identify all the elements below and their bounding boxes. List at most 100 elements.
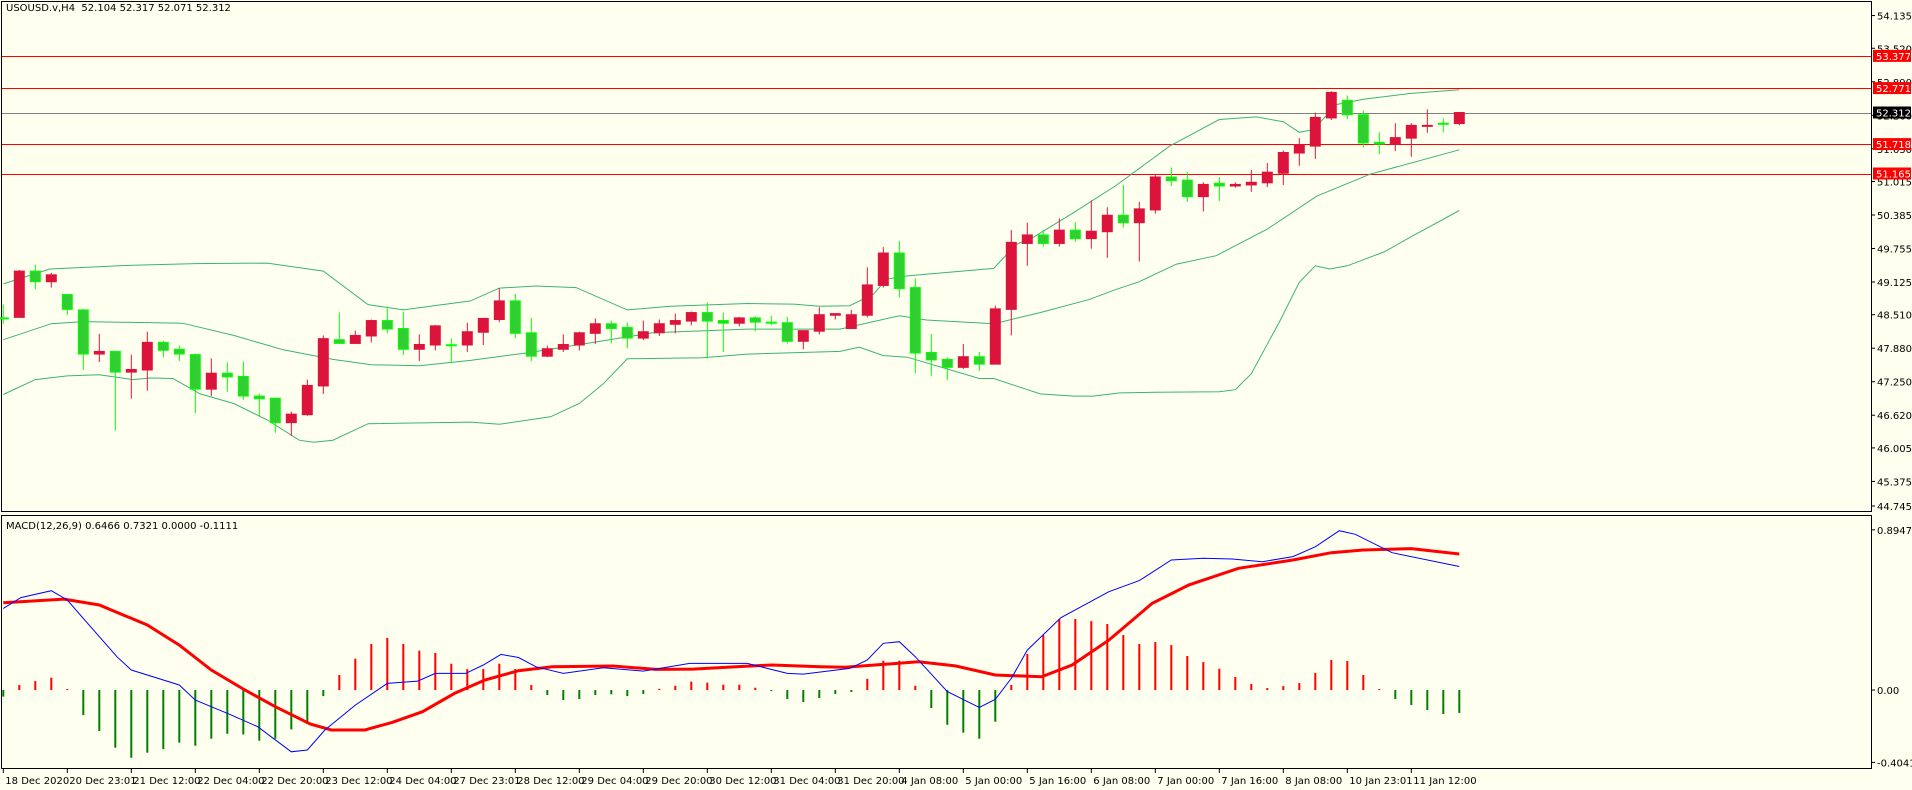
- bull-candle: [797, 330, 809, 350]
- bear-candle: [29, 264, 41, 290]
- bear-candle: [1117, 184, 1129, 228]
- bull-candle: [813, 307, 825, 335]
- bollinger-upper-line: [3, 89, 1460, 311]
- bull-candle: [1085, 200, 1097, 249]
- candle-body: [301, 384, 313, 416]
- candle-body: [157, 341, 169, 351]
- candle-body: [221, 372, 233, 378]
- candle-body: [717, 320, 729, 324]
- candle-body: [493, 300, 505, 320]
- bull-candle: [733, 316, 745, 327]
- candle-body: [525, 332, 537, 357]
- time-tick-label: 20 Dec 23:01: [69, 776, 136, 787]
- price-tag-label: 51.718: [1876, 140, 1911, 151]
- price-tick-label: 49.755: [1877, 244, 1912, 255]
- chart-header: USOUSD.v,H4 52.104 52.317 52.071 52.312: [6, 3, 231, 14]
- macd-tick-label: 0.00: [1877, 686, 1899, 697]
- bull-candle: [13, 270, 25, 318]
- candle-body: [1165, 176, 1177, 182]
- candle-body: [813, 314, 825, 332]
- bull-candle: [1101, 207, 1113, 258]
- price-tick-label: 47.880: [1877, 344, 1912, 355]
- bull-candle: [829, 313, 841, 320]
- price-tags: 53.377 52.771 52.312 51.718 51.165: [1873, 49, 1911, 181]
- macd-panel-frame: [1, 515, 1872, 769]
- candle-body: [1197, 183, 1209, 198]
- bear-candle: [765, 315, 777, 326]
- candle-body: [237, 375, 249, 397]
- macd-tick-label: 0.8947: [1877, 526, 1912, 537]
- bull-candle: [1245, 170, 1257, 192]
- price-tag-label: 53.377: [1876, 52, 1911, 63]
- bear-candle: [189, 353, 201, 414]
- bull-candle: [573, 331, 585, 351]
- candle-body: [781, 322, 793, 342]
- candle-body: [269, 397, 281, 424]
- time-tick-label: 31 Dec 20:00: [837, 776, 904, 787]
- bull-candle: [1453, 112, 1465, 126]
- bear-candle: [333, 312, 345, 344]
- bull-candle: [493, 288, 505, 323]
- bull-candle: [1021, 222, 1033, 266]
- candle-body: [909, 287, 921, 354]
- time-tick-label: 4 Jan 08:00: [901, 776, 958, 787]
- bear-candle: [717, 312, 729, 352]
- candle-body: [797, 330, 809, 342]
- candle-body: [557, 343, 569, 350]
- candle-body: [573, 332, 585, 346]
- candle-body: [1389, 137, 1401, 146]
- bull-candle: [1197, 182, 1209, 212]
- time-tick-label: 21 Dec 12:00: [133, 776, 200, 787]
- candle-body: [509, 300, 521, 334]
- candle-body: [253, 395, 265, 400]
- main-panel-frame: [1, 1, 1872, 512]
- bull-candle: [637, 320, 649, 341]
- candle-body: [349, 334, 361, 344]
- bull-candle: [413, 334, 425, 361]
- candle-body: [765, 321, 777, 324]
- bull-candle: [1229, 182, 1241, 188]
- price-tick-label: 48.510: [1877, 311, 1912, 322]
- bear-candle: [781, 316, 793, 344]
- candle-body: [621, 326, 633, 339]
- candle-body: [1357, 114, 1369, 144]
- bear-candle: [621, 322, 633, 349]
- bear-candle: [941, 357, 953, 381]
- candle-body: [1229, 183, 1241, 187]
- bull-candle: [1005, 230, 1017, 336]
- candle-body: [925, 351, 937, 361]
- symbol-label: USOUSD.v,H4: [6, 3, 76, 14]
- bull-candle: [1149, 173, 1161, 214]
- candle-body: [893, 252, 905, 290]
- candle-body: [1453, 112, 1465, 125]
- bear-candle: [525, 317, 537, 361]
- price-tick-label: 50.385: [1877, 211, 1912, 222]
- candle-body: [685, 312, 697, 322]
- candle-body: [957, 356, 969, 368]
- time-tick-label: 22 Dec 04:00: [197, 776, 264, 787]
- candle-body: [1245, 181, 1257, 186]
- candle-body: [109, 350, 121, 373]
- candle-body: [317, 338, 329, 387]
- candle-body: [1213, 182, 1225, 187]
- candle-body: [1149, 176, 1161, 211]
- macd-tick-label: -0.4041: [1877, 758, 1912, 769]
- candle-body: [0, 317, 9, 320]
- candle-body: [29, 270, 41, 283]
- bear-candle: [221, 362, 233, 392]
- candle-body: [285, 413, 297, 424]
- bear-candle: [893, 240, 905, 298]
- bear-candle: [1373, 132, 1385, 155]
- chart-canvas[interactable]: 54.13553.52052.89052.26051.63051.01550.3…: [0, 0, 1912, 790]
- candle-body: [845, 314, 857, 330]
- time-tick-label: 31 Dec 04:00: [773, 776, 840, 787]
- bear-candle: [1213, 176, 1225, 201]
- macd-title: MACD(12,26,9): [6, 521, 82, 532]
- bull-candle: [669, 313, 681, 334]
- bull-candle: [861, 267, 873, 318]
- price-tick-label: 49.125: [1877, 278, 1912, 289]
- macd-header: MACD(12,26,9) 0.6466 0.7321 0.0000 -0.11…: [6, 521, 238, 532]
- time-tick-label: 24 Dec 04:00: [389, 776, 456, 787]
- candle-body: [701, 312, 713, 322]
- price-tick-label: 47.250: [1877, 378, 1912, 389]
